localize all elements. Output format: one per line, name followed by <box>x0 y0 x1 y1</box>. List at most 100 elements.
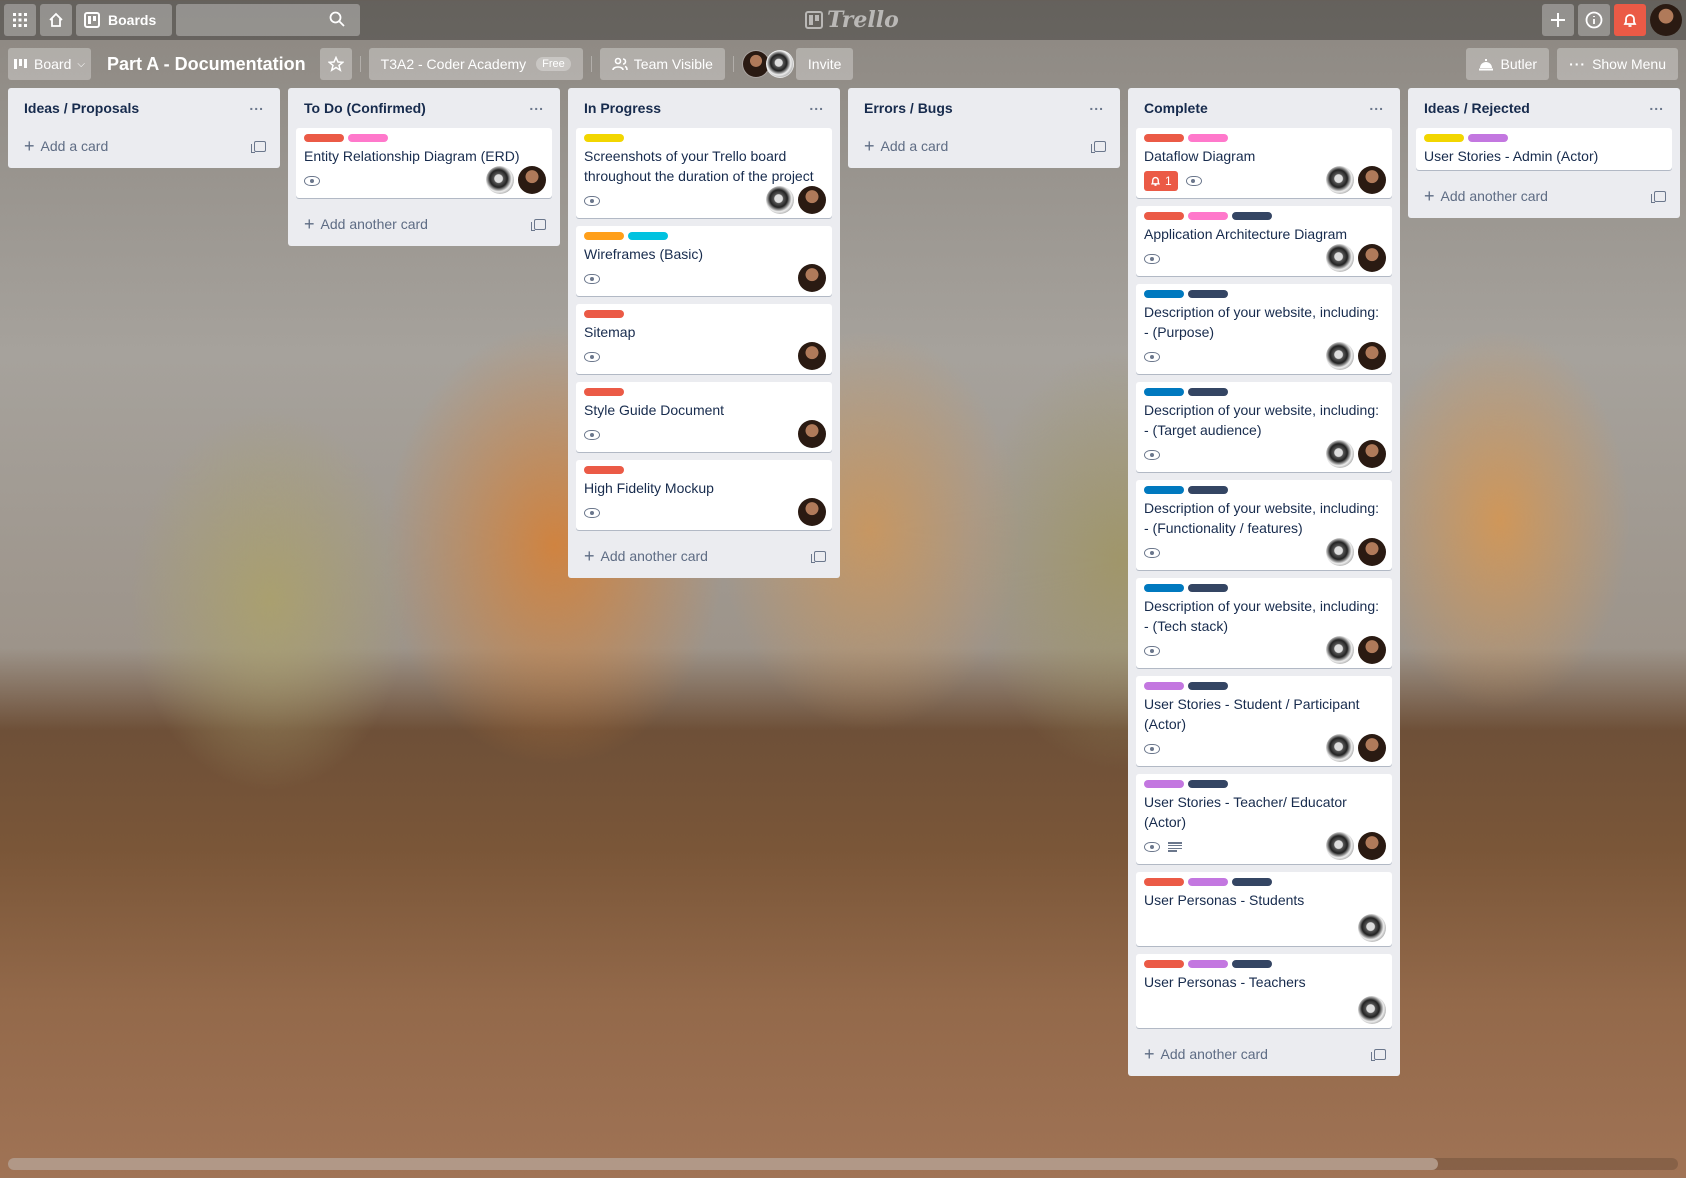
card[interactable]: Description of your website, including: … <box>1136 480 1392 570</box>
member-avatar[interactable] <box>1358 832 1386 860</box>
list-actions-icon[interactable]: ... <box>249 98 264 115</box>
list[interactable]: Errors / Bugs... + Add a card <box>848 88 1120 168</box>
card-template-icon[interactable] <box>1091 140 1106 153</box>
member-avatar[interactable] <box>486 166 514 194</box>
member-avatar[interactable] <box>1326 342 1354 370</box>
card-label[interactable] <box>584 310 624 318</box>
member-avatar[interactable] <box>1358 166 1386 194</box>
card-label[interactable] <box>1188 290 1228 298</box>
star-board-button[interactable] <box>319 48 352 80</box>
card-label[interactable] <box>1188 682 1228 690</box>
home-button[interactable] <box>40 4 72 36</box>
card-label[interactable] <box>348 134 388 142</box>
card-label[interactable] <box>1188 134 1228 142</box>
card-template-icon[interactable] <box>811 550 826 563</box>
card-label[interactable] <box>1144 388 1184 396</box>
card-label[interactable] <box>584 134 624 142</box>
card-label[interactable] <box>304 134 344 142</box>
member-avatar[interactable] <box>765 50 794 78</box>
card[interactable]: High Fidelity Mockup <box>576 460 832 530</box>
member-avatar[interactable] <box>1358 996 1386 1024</box>
member-avatar[interactable] <box>1358 244 1386 272</box>
invite-button[interactable]: Invite <box>795 48 854 80</box>
card-label[interactable] <box>1188 212 1228 220</box>
add-card-action[interactable]: + Add another card <box>1424 187 1548 205</box>
member-avatar[interactable] <box>1326 440 1354 468</box>
card-label[interactable] <box>584 232 624 240</box>
card-label[interactable] <box>1188 878 1228 886</box>
list[interactable]: Ideas / Proposals... + Add a card <box>8 88 280 168</box>
add-card-action[interactable]: + Add another card <box>1144 1045 1268 1063</box>
card-label[interactable] <box>1144 682 1184 690</box>
card[interactable]: Screenshots of your Trello board through… <box>576 128 832 218</box>
list-title[interactable]: Errors / Bugs <box>864 100 953 116</box>
card-label[interactable] <box>1232 878 1272 886</box>
card[interactable]: Dataflow Diagram 1 <box>1136 128 1392 198</box>
card-template-icon[interactable] <box>531 218 546 231</box>
add-card-button[interactable]: + Add a card <box>856 128 1112 164</box>
add-card-action[interactable]: + Add another card <box>584 547 708 565</box>
card-template-icon[interactable] <box>251 140 266 153</box>
card[interactable]: Description of your website, including: … <box>1136 578 1392 668</box>
list-actions-icon[interactable]: ... <box>809 98 824 115</box>
board-title[interactable]: Part A - Documentation <box>107 54 306 75</box>
member-avatar[interactable] <box>1358 636 1386 664</box>
card[interactable]: User Personas - Students <box>1136 872 1392 946</box>
card[interactable]: Style Guide Document <box>576 382 832 452</box>
card[interactable]: Entity Relationship Diagram (ERD) <box>296 128 552 198</box>
trello-logo[interactable]: Trello <box>805 7 899 33</box>
card-label[interactable] <box>1144 134 1184 142</box>
member-avatar[interactable] <box>1326 636 1354 664</box>
list-title[interactable]: Ideas / Rejected <box>1424 100 1530 116</box>
card[interactable]: Application Architecture Diagram <box>1136 206 1392 276</box>
member-avatar[interactable] <box>798 420 826 448</box>
card[interactable]: User Stories - Student / Participant (Ac… <box>1136 676 1392 766</box>
show-menu-button[interactable]: ··· Show Menu <box>1557 48 1678 80</box>
list[interactable]: Complete... Dataflow Diagram 1 Application … <box>1128 88 1400 1076</box>
board-horizontal-scrollbar[interactable] <box>8 1158 1678 1170</box>
card-template-icon[interactable] <box>1651 190 1666 203</box>
card-label[interactable] <box>1188 388 1228 396</box>
information-button[interactable] <box>1578 4 1610 36</box>
card-label[interactable] <box>1144 486 1184 494</box>
card[interactable]: Description of your website, including: … <box>1136 284 1392 374</box>
member-avatar[interactable] <box>1326 832 1354 860</box>
list[interactable]: To Do (Confirmed)... Entity Relationship … <box>288 88 560 246</box>
add-card-button[interactable]: + Add another card <box>576 538 832 574</box>
card-label[interactable] <box>1144 780 1184 788</box>
card-label[interactable] <box>1144 960 1184 968</box>
list-actions-icon[interactable]: ... <box>1089 98 1104 115</box>
card-label[interactable] <box>1188 780 1228 788</box>
board-view-switcher[interactable]: Board ⌵ <box>8 48 91 80</box>
add-card-action[interactable]: + Add a card <box>864 137 948 155</box>
member-avatar[interactable] <box>1326 734 1354 762</box>
list[interactable]: Ideas / Rejected... User Stories - Admin … <box>1408 88 1680 218</box>
member-avatar[interactable] <box>1326 244 1354 272</box>
butler-button[interactable]: Butler <box>1466 48 1550 80</box>
member-avatar[interactable] <box>1358 538 1386 566</box>
card-label[interactable] <box>1188 584 1228 592</box>
apps-grid-button[interactable] <box>4 4 36 36</box>
card[interactable]: User Personas - Teachers <box>1136 954 1392 1028</box>
card-label[interactable] <box>1144 878 1184 886</box>
member-avatar[interactable] <box>1326 538 1354 566</box>
member-avatar[interactable] <box>798 264 826 292</box>
card-label[interactable] <box>584 388 624 396</box>
add-card-button[interactable]: + Add a card <box>16 128 272 164</box>
member-avatar[interactable] <box>798 186 826 214</box>
card-label[interactable] <box>1232 212 1272 220</box>
card-label[interactable] <box>1468 134 1508 142</box>
card-label[interactable] <box>1188 960 1228 968</box>
notifications-button[interactable] <box>1614 4 1646 36</box>
boards-button[interactable]: Boards <box>76 4 172 36</box>
card[interactable]: User Stories - Admin (Actor) <box>1416 128 1672 170</box>
member-avatar[interactable] <box>798 342 826 370</box>
notification-badge[interactable]: 1 <box>1144 171 1178 191</box>
member-avatar[interactable] <box>1358 734 1386 762</box>
account-avatar[interactable] <box>1650 4 1682 36</box>
card[interactable]: User Stories - Teacher/ Educator (Actor) <box>1136 774 1392 864</box>
add-card-action[interactable]: + Add another card <box>304 215 428 233</box>
list-title[interactable]: To Do (Confirmed) <box>304 100 426 116</box>
member-avatar[interactable] <box>1358 914 1386 942</box>
member-avatar[interactable] <box>798 498 826 526</box>
